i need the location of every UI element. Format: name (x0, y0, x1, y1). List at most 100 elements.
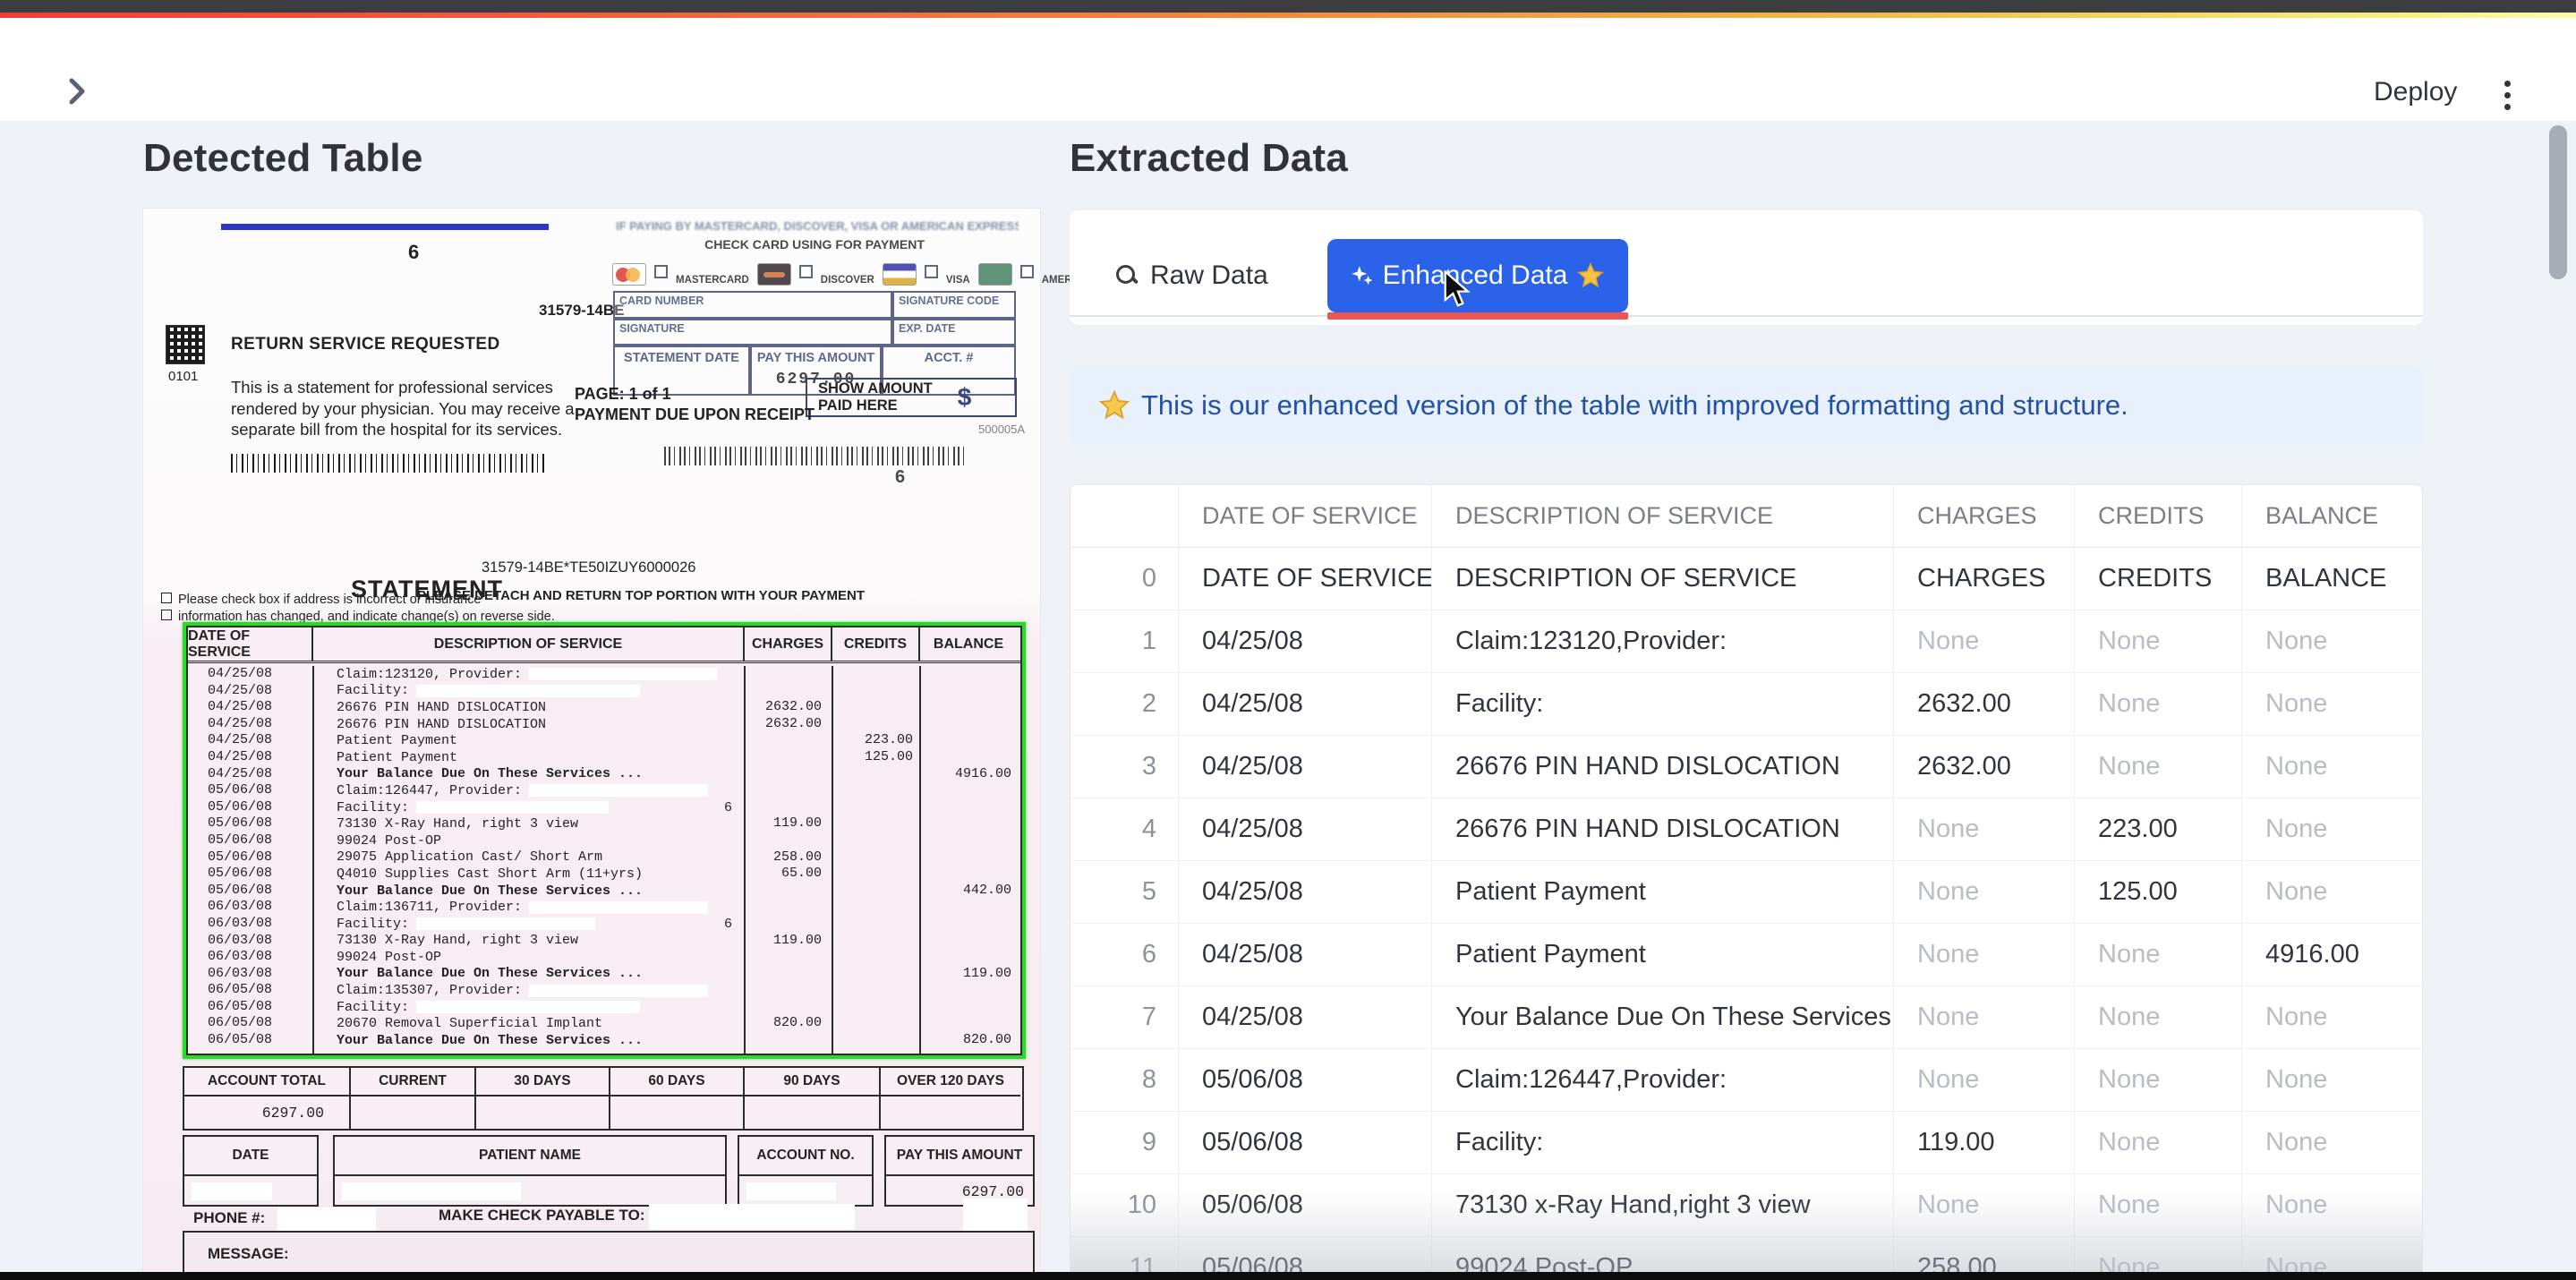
table-cell: None (2074, 1049, 2241, 1111)
return-service-text: RETURN SERVICE REQUESTED (231, 335, 500, 354)
aging-header-cell: 90 DAYS (745, 1068, 881, 1097)
redaction-box (416, 801, 609, 814)
table-cell: None (2074, 1112, 2241, 1173)
table-row: 1005/06/0873130 x-Ray Hand,right 3 viewN… (1070, 1174, 2422, 1237)
browser-top-edge (0, 0, 2576, 13)
due-text: PAYMENT DUE UPON RECEIPT (575, 405, 815, 424)
detected-table-title: Detected Table (143, 136, 423, 181)
table-cell: None (2241, 798, 2423, 860)
address-barcode (231, 454, 544, 473)
redaction-box (529, 668, 717, 680)
table-cell: 119.00 (1893, 1112, 2074, 1173)
deploy-button[interactable]: Deploy (2374, 77, 2457, 107)
sidebar-expand-chevron-icon[interactable] (59, 73, 95, 109)
table-row: 404/25/0826676 PIN HAND DISLOCATIONNone2… (1070, 798, 2422, 861)
scan-top-number: 6 (408, 241, 419, 264)
table-cell: Claim:126447,Provider: (1431, 1049, 1893, 1111)
table-cell: 125.00 (2074, 861, 2241, 923)
table-cell: None (2074, 986, 2241, 1048)
table-cell: DESCRIPTION OF SERVICE (1431, 548, 1893, 610)
extracted-table-body: 0DATE OF SERVICEDESCRIPTION OF SERVICECH… (1070, 548, 2422, 1280)
table-cell: Facility: (1431, 673, 1893, 735)
ref-code: 31579-14BE*TE50IZUY6000026 (482, 559, 695, 576)
statement-table-body: 04/25/08Claim:123120, Provider:04/25/08F… (188, 666, 1020, 1054)
statement-intro: This is a statement for professional ser… (231, 377, 575, 440)
table-row: 604/25/08Patient PaymentNoneNone4916.00 (1070, 924, 2422, 986)
table-cell: None (1893, 1049, 2074, 1111)
address-checkbox (161, 593, 172, 603)
discover-checkbox (799, 265, 813, 278)
redaction-box (529, 985, 708, 997)
discover-label: DISCOVER (821, 275, 874, 286)
table-cell: None (2241, 1112, 2423, 1173)
signature-field: SIGNATURE (613, 319, 892, 346)
table-cell: 05/06/08 (1178, 1112, 1431, 1173)
signature-code-field: SIGNATURE CODE (892, 291, 1016, 319)
form-code: 500005A (978, 422, 1025, 436)
table-cell: 05/06/08 (1178, 1174, 1431, 1236)
redaction-box (192, 1182, 272, 1200)
card-payment-form: IF PAYING BY MASTERCARD, DISCOVER, VISA … (609, 216, 1020, 484)
main-menu-icon[interactable] (2503, 81, 2512, 113)
aging-header-cell: ACCOUNT TOTAL (184, 1068, 351, 1097)
table-cell: Claim:123120,Provider: (1431, 610, 1893, 672)
table-cell: 73130 x-Ray Hand,right 3 view (1431, 1174, 1893, 1236)
tab-raw-data[interactable]: Raw Data (1116, 243, 1268, 308)
extracted-table-header: DATE OF SERVICE DESCRIPTION OF SERVICE C… (1070, 485, 2422, 548)
page-scrollbar-thumb[interactable] (2549, 125, 2567, 279)
dollar-sign: $ (958, 383, 972, 412)
corner-redaction (963, 1199, 1028, 1234)
table-cell: None (2074, 924, 2241, 986)
table-cell: BALANCE (2241, 548, 2423, 610)
enhanced-info-banner: This is our enhanced version of the tabl… (1070, 366, 2423, 445)
table-cell: None (2241, 861, 2423, 923)
table-cell: None (2074, 736, 2241, 798)
card-number-field: CARD NUMBER (613, 291, 892, 319)
active-tab-underline (1327, 312, 1628, 320)
star-icon (1576, 261, 1605, 290)
aging-empty-cell (610, 1097, 745, 1129)
qr-code (166, 325, 205, 364)
table-cell: CHARGES (1893, 548, 2074, 610)
redaction-box (342, 1182, 521, 1200)
table-cell: 26676 PIN HAND DISLOCATION (1431, 736, 1893, 798)
table-cell: 04/25/08 (1178, 861, 1431, 923)
table-cell: None (2241, 610, 2423, 672)
redaction-box (529, 784, 708, 797)
extracted-data-table[interactable]: DATE OF SERVICE DESCRIPTION OF SERVICE C… (1070, 484, 2423, 1280)
table-cell: 04/25/08 (1178, 986, 1431, 1048)
exp-date-field: EXP. DATE (892, 319, 1016, 346)
detected-table-bounding-box: DATE OF SERVICE DESCRIPTION OF SERVICE C… (183, 622, 1026, 1059)
payform-subheader: CHECK CARD USING FOR PAYMENT (609, 237, 1020, 252)
table-cell: None (2241, 1174, 2423, 1236)
aging-header-cell: 30 DAYS (476, 1068, 610, 1097)
slip-box: PATIENT NAME (333, 1135, 727, 1207)
table-cell: 2632.00 (1893, 673, 2074, 735)
app-window: Deploy Detected Table 6 31579-14BE 0101 … (0, 0, 2576, 1280)
table-cell: None (2074, 1174, 2241, 1236)
table-row: 104/25/08Claim:123120,Provider:NoneNoneN… (1070, 610, 2422, 673)
payment-barcode (664, 447, 968, 465)
table-row: 304/25/0826676 PIN HAND DISLOCATION2632.… (1070, 736, 2422, 798)
aging-header-cell: 60 DAYS (610, 1068, 745, 1097)
app-header: Deploy (0, 18, 2576, 121)
phone-label: PHONE #: (193, 1209, 265, 1227)
extracted-data-title: Extracted Data (1070, 136, 1348, 181)
aging-header-cell: CURRENT (351, 1068, 476, 1097)
page-info: PAGE: 1 of 1 (575, 385, 671, 404)
payform-header: IF PAYING BY MASTERCARD, DISCOVER, VISA … (616, 219, 1019, 233)
redaction-box (416, 1001, 640, 1013)
tab-enhanced-data-button[interactable]: Enhanced Data (1327, 239, 1628, 312)
aging-header-cell: OVER 120 DAYS (881, 1068, 1020, 1097)
tabs-divider (1070, 315, 2423, 317)
slip-box: ACCOUNT NO. (738, 1135, 874, 1207)
table-cell: 2632.00 (1893, 736, 2074, 798)
sparkles-icon (1351, 264, 1374, 287)
aging-empty-cell (351, 1097, 476, 1129)
table-cell: 4916.00 (2241, 924, 2423, 986)
show-amount-box: SHOW AMOUNTPAID HERE $ (806, 378, 1017, 417)
account-aging-table: ACCOUNT TOTALCURRENT30 DAYS60 DAYS90 DAY… (183, 1066, 1024, 1131)
mastercard-logo-icon (612, 263, 646, 286)
redaction-box (416, 685, 640, 697)
statement-table-header: DATE OF SERVICE DESCRIPTION OF SERVICE C… (188, 627, 1020, 663)
